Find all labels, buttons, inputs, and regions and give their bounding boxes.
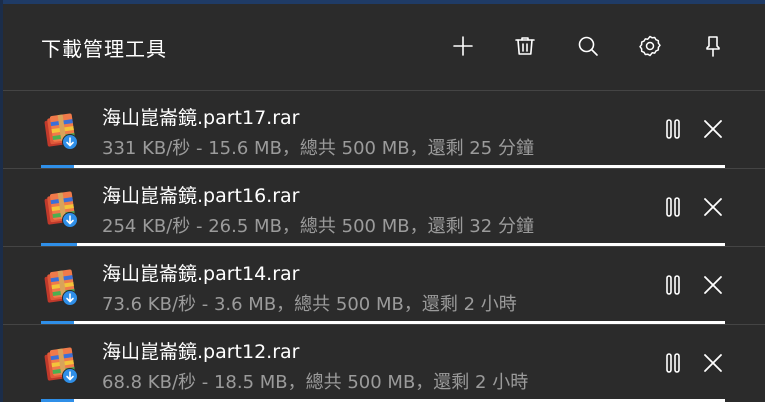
gear-icon [639,35,661,57]
download-item[interactable]: 海山崑崙鏡.part17.rar 331 KB/秒 - 15.6 MB，總共 5… [3,90,765,168]
download-item[interactable]: 海山崑崙鏡.part16.rar 254 KB/秒 - 26.5 MB，總共 5… [3,168,765,246]
pause-icon [666,197,680,217]
file-name: 海山崑崙鏡.part12.rar [102,341,300,363]
close-icon [704,354,722,372]
download-status: 331 KB/秒 - 15.6 MB，總共 500 MB，還剩 25 分鐘 [102,138,534,159]
archive-file-icon [41,113,79,151]
pin-button[interactable] [695,28,731,64]
pause-icon [666,119,680,139]
header: 下載管理工具 [0,4,765,90]
pause-button[interactable] [657,191,689,223]
window-title: 下載管理工具 [41,37,167,61]
archive-file-icon [41,269,79,307]
pause-icon [666,353,680,373]
add-button[interactable] [445,28,481,64]
cancel-button[interactable] [697,191,729,223]
plus-icon [453,36,473,56]
settings-button[interactable] [632,28,668,64]
search-icon [578,36,598,56]
download-item[interactable]: 海山崑崙鏡.part14.rar 73.6 KB/秒 - 3.6 MB，總共 5… [3,246,765,324]
close-icon [704,198,722,216]
close-icon [704,276,722,294]
pause-button[interactable] [657,347,689,379]
download-list: 海山崑崙鏡.part17.rar 331 KB/秒 - 15.6 MB，總共 5… [3,90,765,402]
download-item[interactable]: 海山崑崙鏡.part12.rar 68.8 KB/秒 - 18.5 MB，總共 … [3,324,765,402]
pause-icon [666,275,680,295]
download-status: 73.6 KB/秒 - 3.6 MB，總共 500 MB，還剩 2 小時 [102,294,517,315]
archive-file-icon [41,191,79,229]
file-name: 海山崑崙鏡.part14.rar [102,263,300,285]
download-manager-window: 下載管理工具 海山崑崙鏡.part17.rar 331 KB/秒 - 15.6 … [0,0,765,402]
pause-button[interactable] [657,269,689,301]
download-status: 68.8 KB/秒 - 18.5 MB，總共 500 MB，還剩 2 小時 [102,372,529,393]
close-icon [704,120,722,138]
cancel-button[interactable] [697,269,729,301]
cancel-button[interactable] [697,113,729,145]
pause-button[interactable] [657,113,689,145]
download-status: 254 KB/秒 - 26.5 MB，總共 500 MB，還剩 32 分鐘 [102,216,534,237]
search-button[interactable] [570,28,606,64]
file-name: 海山崑崙鏡.part16.rar [102,185,300,207]
delete-button[interactable] [507,28,543,64]
cancel-button[interactable] [697,347,729,379]
archive-file-icon [41,347,79,385]
file-name: 海山崑崙鏡.part17.rar [102,107,300,129]
trash-icon [515,37,535,55]
pin-icon [706,36,720,57]
